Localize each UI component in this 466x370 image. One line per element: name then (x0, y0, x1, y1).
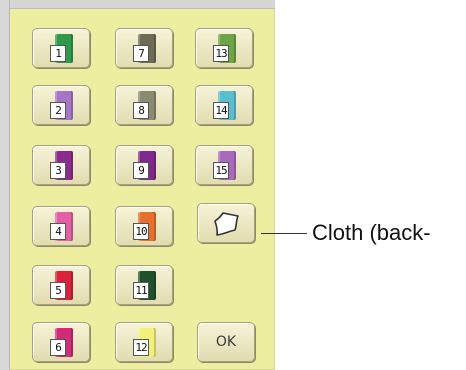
spool-icon: 12 (133, 328, 157, 357)
cloth-background-button[interactable] (197, 203, 255, 243)
spool-number: 3 (50, 162, 66, 179)
callout-line (261, 233, 307, 234)
spool-button-7[interactable]: 7 (115, 28, 173, 68)
spool-number: 11 (133, 282, 149, 299)
spool-button-12[interactable]: 12 (115, 322, 173, 362)
spool-button-9[interactable]: 9 (115, 145, 173, 185)
spool-button-6[interactable]: 6 (32, 322, 90, 362)
spool-number: 1 (50, 45, 66, 62)
spool-button-8[interactable]: 8 (115, 85, 173, 125)
panel-left-border (0, 0, 10, 370)
spool-icon: 15 (213, 151, 237, 180)
spool-button-4[interactable]: 4 (32, 206, 90, 246)
spool-icon: 13 (213, 34, 237, 63)
spool-icon: 10 (133, 212, 157, 241)
spool-button-13[interactable]: 13 (195, 28, 253, 68)
ok-button[interactable]: OK (197, 322, 255, 362)
spool-number: 5 (50, 282, 66, 299)
cloth-icon (214, 212, 239, 236)
callout-label: Cloth (back- (312, 220, 431, 245)
panel-top-border (0, 0, 275, 9)
spool-icon: 6 (50, 328, 74, 357)
spool-number: 4 (50, 223, 66, 240)
spool-number: 10 (133, 223, 149, 240)
spool-number: 6 (50, 339, 66, 356)
spool-icon: 1 (50, 34, 74, 63)
spool-icon: 5 (50, 271, 74, 300)
spool-number: 13 (213, 45, 229, 62)
spool-number: 8 (133, 102, 149, 119)
ok-button-label: OK (215, 334, 237, 350)
spool-number: 12 (133, 339, 149, 356)
spool-button-1[interactable]: 1 (32, 28, 90, 68)
spool-number: 7 (133, 45, 149, 62)
spool-button-15[interactable]: 15 (195, 145, 253, 185)
spool-button-2[interactable]: 2 (32, 85, 90, 125)
spool-button-3[interactable]: 3 (32, 145, 90, 185)
spool-icon: 4 (50, 212, 74, 241)
spool-button-10[interactable]: 10 (115, 206, 173, 246)
spool-icon: 14 (213, 91, 237, 120)
spool-number: 9 (133, 162, 149, 179)
spool-number: 2 (50, 102, 66, 119)
spool-icon: 9 (133, 151, 157, 180)
spool-icon: 3 (50, 151, 74, 180)
spool-icon: 7 (133, 34, 157, 63)
spool-button-11[interactable]: 11 (115, 265, 173, 305)
spool-number: 15 (213, 162, 229, 179)
spool-icon: 2 (50, 91, 74, 120)
spool-button-5[interactable]: 5 (32, 265, 90, 305)
spool-button-14[interactable]: 14 (195, 85, 253, 125)
spool-icon: 11 (133, 271, 157, 300)
spool-icon: 8 (133, 91, 157, 120)
spool-number: 14 (213, 102, 229, 119)
